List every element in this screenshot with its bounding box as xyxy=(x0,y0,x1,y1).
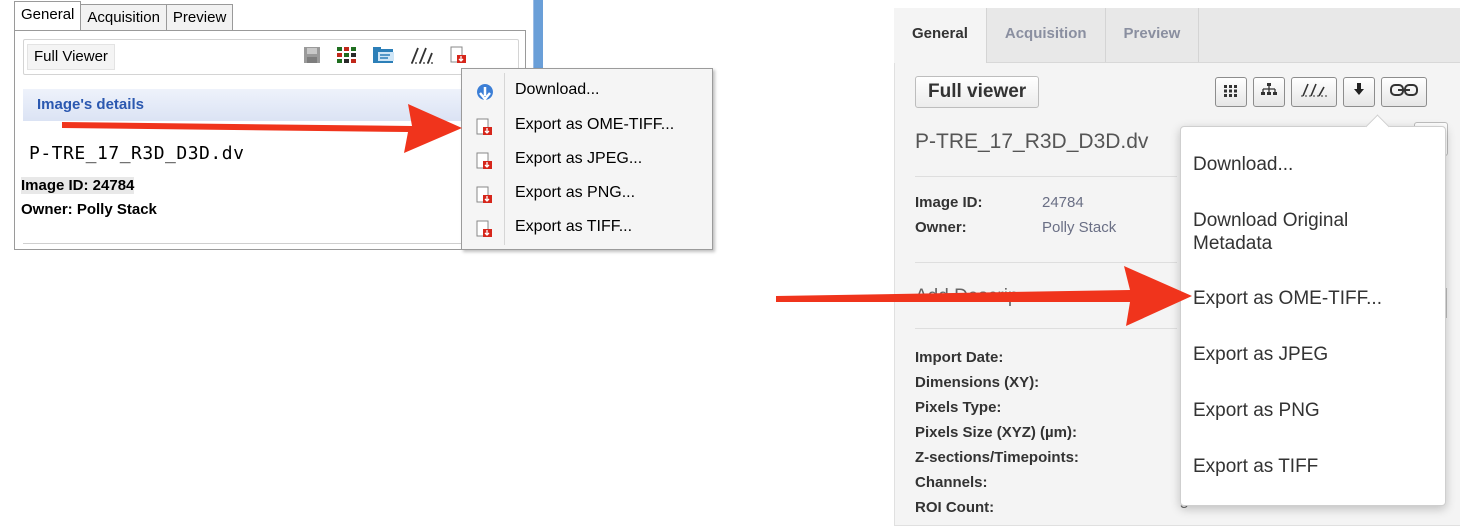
metadata-label-dimensions: Dimensions (XY): xyxy=(915,374,1040,391)
field-key: Owner: xyxy=(915,219,967,236)
image-name: P-TRE_17_R3D_D3D.dv xyxy=(915,130,1149,153)
menu-item-label: Export as PNG... xyxy=(515,184,636,201)
export-image-icon xyxy=(474,185,494,209)
field-value: Polly Stack xyxy=(1042,219,1117,236)
field-key: Image ID: xyxy=(915,194,983,211)
menu-item-download[interactable]: Download... xyxy=(462,74,712,108)
add-description-field[interactable]: Add Descrip xyxy=(915,286,1019,308)
dropdown-item-download[interactable]: Download... xyxy=(1193,153,1293,176)
tab-acquisition[interactable]: Acquisition xyxy=(987,8,1106,62)
full-viewer-button[interactable]: Full Viewer xyxy=(27,44,115,70)
metadata-label-pixels-size: Pixels Size (XYZ) (µm): xyxy=(915,424,1078,441)
divider xyxy=(915,328,1177,329)
export-image-icon xyxy=(474,117,494,141)
dropdown-item-export-jpeg[interactable]: Export as JPEG xyxy=(1193,343,1328,366)
tab-preview[interactable]: Preview xyxy=(165,4,234,30)
metadata-label-import-date: Import Date: xyxy=(915,349,1004,366)
menu-item-export-jpeg[interactable]: Export as JPEG... xyxy=(462,143,712,177)
export-image-icon[interactable] xyxy=(448,45,468,69)
dropdown-item-export-tiff[interactable]: Export as TIFF xyxy=(1193,455,1318,478)
measure-icon xyxy=(1300,82,1328,102)
menu-item-export-ome-tiff[interactable]: Export as OME-TIFF... xyxy=(462,109,712,143)
image-owner: Owner: Polly Stack xyxy=(21,201,157,218)
menu-item-export-tiff[interactable]: Export as TIFF... xyxy=(462,211,712,245)
image-details-header[interactable]: Image's details xyxy=(23,89,517,121)
menu-item-label: Download... xyxy=(515,81,600,98)
metadata-label-channels: Channels: xyxy=(915,474,988,491)
export-context-menu: Download... Export as OME-TIFF... Export… xyxy=(461,68,713,250)
divider xyxy=(23,243,517,244)
measure-icon[interactable] xyxy=(410,45,434,69)
metadata-label-roi-count: ROI Count: xyxy=(915,499,995,516)
metadata-label-pixels-type: Pixels Type: xyxy=(915,399,1002,416)
web-client-panel: General Acquisition Preview Full viewer xyxy=(894,0,1460,526)
dropdown-item-export-ome-tiff[interactable]: Export as OME-TIFF... xyxy=(1193,287,1382,310)
desktop-client-panel: General Acquisition Preview Full Viewer xyxy=(0,0,720,260)
channels-grid-icon[interactable] xyxy=(336,45,358,69)
link-icon xyxy=(1389,82,1419,102)
measure-button[interactable] xyxy=(1291,77,1337,107)
menu-item-export-png[interactable]: Export as PNG... xyxy=(462,177,712,211)
viewer-toolbar: Full Viewer xyxy=(23,39,519,75)
divider xyxy=(915,176,1177,177)
full-viewer-button[interactable]: Full viewer xyxy=(915,76,1040,108)
divider xyxy=(915,262,1177,263)
menu-item-label: Export as OME-TIFF... xyxy=(515,116,675,133)
grid-icon xyxy=(1223,83,1239,102)
dropdown-item-download-metadata[interactable]: Download Original Metadata xyxy=(1193,209,1423,255)
image-details-title: Image's details xyxy=(37,96,144,113)
menu-item-label: Export as TIFF... xyxy=(515,218,633,235)
dropdown-item-export-png[interactable]: Export as PNG xyxy=(1193,399,1320,422)
download-icon xyxy=(1351,82,1367,102)
hierarchy-icon xyxy=(1260,82,1278,102)
download-dropdown-menu: Download... Download Original Metadata E… xyxy=(1180,114,1446,506)
save-icon[interactable] xyxy=(302,45,322,69)
toolbar-icons xyxy=(302,45,468,69)
image-id: Image ID: 24784 xyxy=(21,177,135,194)
menu-item-label: Export as JPEG... xyxy=(515,150,643,167)
general-tab-content: Full Viewer Image's details P-TRE_17_R3D… xyxy=(14,30,526,250)
download-button[interactable] xyxy=(1343,77,1375,107)
hierarchy-button[interactable] xyxy=(1253,77,1285,107)
tab-general[interactable]: General xyxy=(894,8,987,63)
tab-bar: General Acquisition Preview xyxy=(894,8,1460,63)
toolbar-buttons xyxy=(1215,77,1427,107)
download-arrow-icon xyxy=(474,82,496,108)
image-name: P-TRE_17_R3D_D3D.dv xyxy=(29,143,245,164)
field-value: 24784 xyxy=(1042,194,1084,211)
tab-bar: General Acquisition Preview xyxy=(14,1,234,30)
grid-button[interactable] xyxy=(1215,77,1247,107)
export-image-icon xyxy=(474,151,494,175)
tab-acquisition[interactable]: Acquisition xyxy=(80,4,167,30)
metadata-label-z-sections: Z-sections/Timepoints: xyxy=(915,449,1079,466)
tab-preview[interactable]: Preview xyxy=(1106,8,1200,62)
tab-general[interactable]: General xyxy=(14,1,82,30)
export-image-icon xyxy=(474,219,494,243)
link-button[interactable] xyxy=(1381,77,1427,107)
metadata-labels: Import Date: Dimensions (XY): Pixels Typ… xyxy=(915,345,1079,520)
folder-open-icon[interactable] xyxy=(372,45,396,69)
